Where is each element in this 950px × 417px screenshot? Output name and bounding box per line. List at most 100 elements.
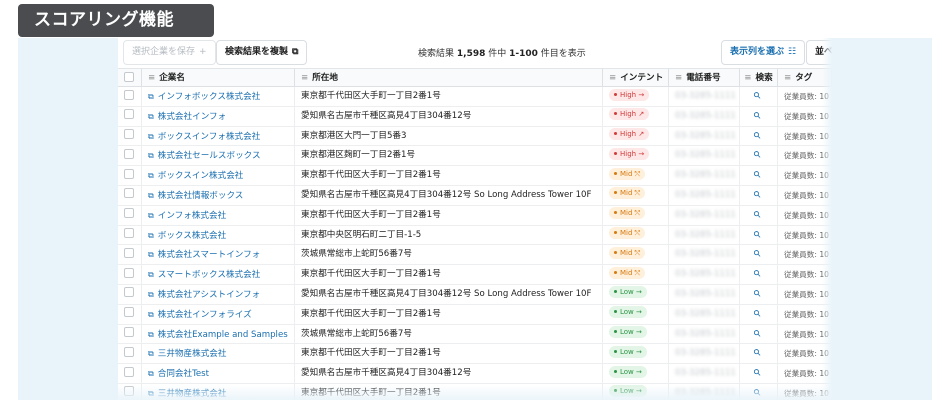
search-icon[interactable]: ⚲ — [749, 305, 767, 323]
company-name-link[interactable]: 合同会社Test — [158, 369, 209, 379]
row-checkbox-cell[interactable] — [118, 146, 142, 166]
row-checkbox[interactable] — [124, 228, 134, 239]
row-checkbox[interactable] — [124, 89, 134, 100]
table-row[interactable]: ⧉ 株式会社インフォライズ 東京都千代田区大手町一丁目2番1号 Low → 03-328… — [118, 304, 832, 325]
company-name-cell[interactable]: ⧉ 株式会社情報ボックス — [142, 185, 295, 205]
row-checkbox-cell[interactable] — [118, 284, 142, 304]
table-row[interactable]: ⧉ ボックスイン株式会社 東京都千代田区大手町一丁目2番1号 Mid ⤲ 03-3285… — [118, 166, 832, 186]
row-checkbox-cell[interactable] — [118, 304, 142, 324]
company-name-link[interactable]: 三井物産株式会社 — [158, 349, 227, 359]
row-checkbox[interactable] — [124, 366, 134, 377]
search-cell[interactable]: ⚲ — [740, 205, 778, 225]
column-menu-icon[interactable]: ≡ — [609, 73, 616, 83]
external-link-icon[interactable]: ⧉ — [148, 305, 154, 324]
search-icon[interactable]: ⚲ — [749, 226, 767, 244]
row-checkbox-cell[interactable] — [118, 185, 142, 205]
external-link-icon[interactable]: ⧉ — [148, 226, 154, 245]
search-icon[interactable]: ⚲ — [749, 365, 767, 383]
row-checkbox[interactable] — [124, 168, 134, 179]
row-checkbox-cell[interactable] — [118, 166, 142, 185]
company-name-cell[interactable]: ⧉ 株式会社セールスボックス — [142, 146, 295, 166]
row-checkbox-cell[interactable] — [118, 364, 142, 383]
search-cell[interactable]: ⚲ — [740, 324, 778, 344]
company-name-cell[interactable]: ⧉ インフォ株式会社 — [142, 205, 295, 225]
company-name-link[interactable]: 株式会社Example and Samples — [158, 330, 288, 340]
column-menu-icon[interactable]: ≡ — [784, 73, 791, 83]
search-icon[interactable]: ⚲ — [749, 147, 767, 165]
header-address[interactable]: ≡ 所在地 — [295, 69, 603, 86]
search-cell[interactable]: ⚲ — [740, 344, 778, 364]
external-link-icon[interactable]: ⧉ — [148, 87, 154, 106]
company-name-link[interactable]: インフォボックス株式会社 — [158, 92, 261, 102]
row-checkbox-cell[interactable] — [118, 265, 142, 284]
column-menu-icon[interactable]: ≡ — [675, 73, 682, 83]
company-name-cell[interactable]: ⧉ インフォボックス株式会社 — [142, 87, 295, 106]
search-cell[interactable]: ⚲ — [740, 185, 778, 205]
company-name-link[interactable]: スマートボックス株式会社 — [158, 270, 261, 280]
header-intent[interactable]: ≡ インテント — [603, 69, 669, 86]
search-icon[interactable]: ⚲ — [749, 266, 767, 284]
row-checkbox-cell[interactable] — [118, 205, 142, 225]
external-link-icon[interactable]: ⧉ — [148, 285, 154, 304]
row-checkbox[interactable] — [124, 327, 134, 338]
external-link-icon[interactable]: ⧉ — [148, 186, 154, 205]
search-icon[interactable]: ⚲ — [749, 285, 767, 303]
search-icon[interactable]: ⚲ — [749, 127, 767, 145]
external-link-icon[interactable]: ⧉ — [148, 364, 154, 383]
company-name-cell[interactable]: ⧉ 合同会社Test — [142, 364, 295, 383]
external-link-icon[interactable]: ⧉ — [148, 344, 154, 363]
table-row[interactable]: ⧉ ボックス株式会社 東京都中央区明石町二丁目-1-5 Mid ⤲ 03-3285-11… — [118, 225, 832, 246]
row-checkbox-cell[interactable] — [118, 126, 142, 146]
external-link-icon[interactable]: ⧉ — [148, 325, 154, 344]
row-checkbox-cell[interactable] — [118, 344, 142, 364]
table-row[interactable]: ⧉ スマートボックス株式会社 東京都千代田区大手町一丁目2番1号 Mid ⤲ 03-32… — [118, 265, 832, 285]
header-phone[interactable]: ≡ 電話番号 — [669, 69, 740, 86]
table-row[interactable]: ⧉ 合同会社Test 愛知県名古屋市千種区高見4丁目304番12号 Low → 03-3… — [118, 364, 832, 384]
select-all-checkbox[interactable] — [124, 71, 134, 82]
table-row[interactable]: ⧉ 株式会社Example and Samples 茨城県常総市上蛇町56番7号 Lo… — [118, 324, 832, 345]
search-icon[interactable]: ⚲ — [749, 107, 767, 125]
table-row[interactable]: ⧉ 株式会社セールスボックス 東京都港区麹町一丁目2番1号 High → 03-3285… — [118, 146, 832, 167]
table-row[interactable]: ⧉ 株式会社アシストインフォ 愛知県名古屋市千種区高見4丁目304番12号 So L… — [118, 284, 832, 305]
table-row[interactable]: ⧉ ボックスインフォ株式会社 東京都港区大門一丁目5番3 High ↗ 03-3285-… — [118, 126, 832, 147]
search-icon[interactable]: ⚲ — [749, 345, 767, 363]
copy-results-button[interactable]: 検索結果を複製 ⧉ — [216, 40, 308, 65]
row-checkbox[interactable] — [124, 307, 134, 318]
external-link-icon[interactable]: ⧉ — [148, 107, 154, 126]
company-name-cell[interactable]: ⧉ 株式会社インフォ — [142, 106, 295, 126]
company-name-cell[interactable]: ⧉ ボックスインフォ株式会社 — [142, 126, 295, 146]
row-checkbox[interactable] — [124, 129, 134, 140]
company-name-cell[interactable]: ⧉ スマートボックス株式会社 — [142, 265, 295, 284]
row-checkbox-cell[interactable] — [118, 324, 142, 344]
search-cell[interactable]: ⚲ — [740, 166, 778, 185]
column-menu-icon[interactable]: ≡ — [301, 73, 308, 83]
company-name-link[interactable]: 株式会社インフォライズ — [158, 310, 252, 320]
search-icon[interactable]: ⚲ — [749, 167, 767, 185]
header-search[interactable]: ≡ 検索 — [740, 69, 778, 86]
company-name-link[interactable]: 株式会社アシストインフォ — [158, 290, 261, 300]
company-name-link[interactable]: ボックス株式会社 — [158, 231, 227, 241]
company-name-cell[interactable]: ⧉ 株式会社スマートインフォ — [142, 245, 295, 265]
company-name-link[interactable]: 株式会社情報ボックス — [158, 191, 244, 201]
external-link-icon[interactable]: ⧉ — [148, 206, 154, 225]
company-name-link[interactable]: ボックスイン株式会社 — [158, 171, 244, 181]
search-icon[interactable]: ⚲ — [749, 186, 767, 204]
external-link-icon[interactable]: ⧉ — [148, 166, 154, 185]
search-cell[interactable]: ⚲ — [740, 364, 778, 383]
search-cell[interactable]: ⚲ — [740, 126, 778, 146]
company-name-link[interactable]: 株式会社スマートインフォ — [158, 250, 261, 260]
row-checkbox[interactable] — [124, 188, 134, 199]
search-cell[interactable]: ⚲ — [740, 245, 778, 265]
table-row[interactable]: ⧉ インフォ株式会社 東京都千代田区大手町一丁目2番1号 Mid ⤲ 03-3285-1… — [118, 205, 832, 226]
save-selected-button[interactable]: 選択企業を保存 + — [123, 40, 216, 65]
row-checkbox[interactable] — [124, 148, 134, 159]
external-link-icon[interactable]: ⧉ — [148, 146, 154, 165]
table-row[interactable]: ⧉ 三井物産株式会社 東京都千代田区大手町一丁目2番1号 Low → 03-3285-1… — [118, 344, 832, 365]
company-name-cell[interactable]: ⧉ ボックス株式会社 — [142, 225, 295, 245]
external-link-icon[interactable]: ⧉ — [148, 127, 154, 146]
row-checkbox[interactable] — [124, 247, 134, 258]
search-icon[interactable]: ⚲ — [749, 206, 767, 224]
table-row[interactable]: ⧉ 株式会社スマートインフォ 茨城県常総市上蛇町56番7号 Mid ⤲ 03-3285-… — [118, 245, 832, 266]
column-menu-icon[interactable]: ≡ — [148, 73, 155, 83]
column-menu-icon[interactable]: ≡ — [744, 73, 751, 83]
